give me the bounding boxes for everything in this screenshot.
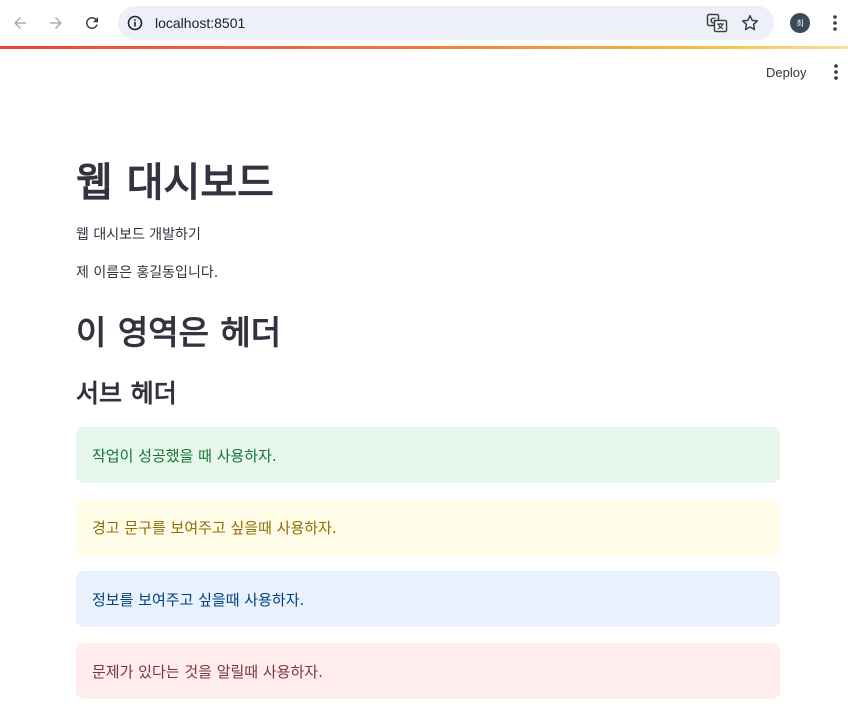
reload-button[interactable] [76,7,108,39]
section-subheader: 서브 헤더 [76,379,177,408]
page-title: 웹 대시보드 [76,160,274,206]
body-text: 웹 대시보드 개발하기 [76,227,201,243]
alert-message: 작업이 성공했을 때 사용하자. [92,446,277,465]
deploy-button[interactable]: Deploy [758,60,814,84]
translate-icon[interactable]: G [706,13,728,33]
app-menu-icon[interactable] [828,62,844,82]
arrow-left-icon [14,17,26,29]
forward-button[interactable] [40,7,72,39]
success-alert: 작업이 성공했을 때 사용하자. [76,427,780,483]
browser-toolbar: localhost:8501 G 최 [0,0,848,46]
error-alert: 문제가 있다는 것을 알릴때 사용하자. [76,643,780,699]
profile-avatar[interactable]: 최 [790,13,810,33]
reload-icon [86,16,98,29]
loading-bar [0,46,848,49]
info-circle-icon [127,15,143,31]
address-bar[interactable]: localhost:8501 G [118,6,774,40]
section-header: 이 영역은 헤더 [76,313,282,352]
alert-message: 경고 문구를 보여주고 싶을때 사용하자. [92,518,337,537]
info-alert: 정보를 보여주고 싶을때 사용하자. [76,571,780,627]
back-button[interactable] [4,7,36,39]
star-icon[interactable] [740,13,760,33]
warning-alert: 경고 문구를 보여주고 싶을때 사용하자. [76,499,780,555]
site-info-button[interactable] [126,14,144,32]
url-text[interactable]: localhost:8501 [155,14,245,32]
profile-initial: 최 [796,18,804,28]
alert-message: 정보를 보여주고 싶을때 사용하자. [92,590,305,609]
vertical-dots-icon[interactable] [827,13,843,33]
body-text: 제 이름은 홍길동입니다. [76,265,219,281]
arrow-right-icon [50,17,62,29]
alert-message: 문제가 있다는 것을 알릴때 사용하자. [92,662,323,681]
